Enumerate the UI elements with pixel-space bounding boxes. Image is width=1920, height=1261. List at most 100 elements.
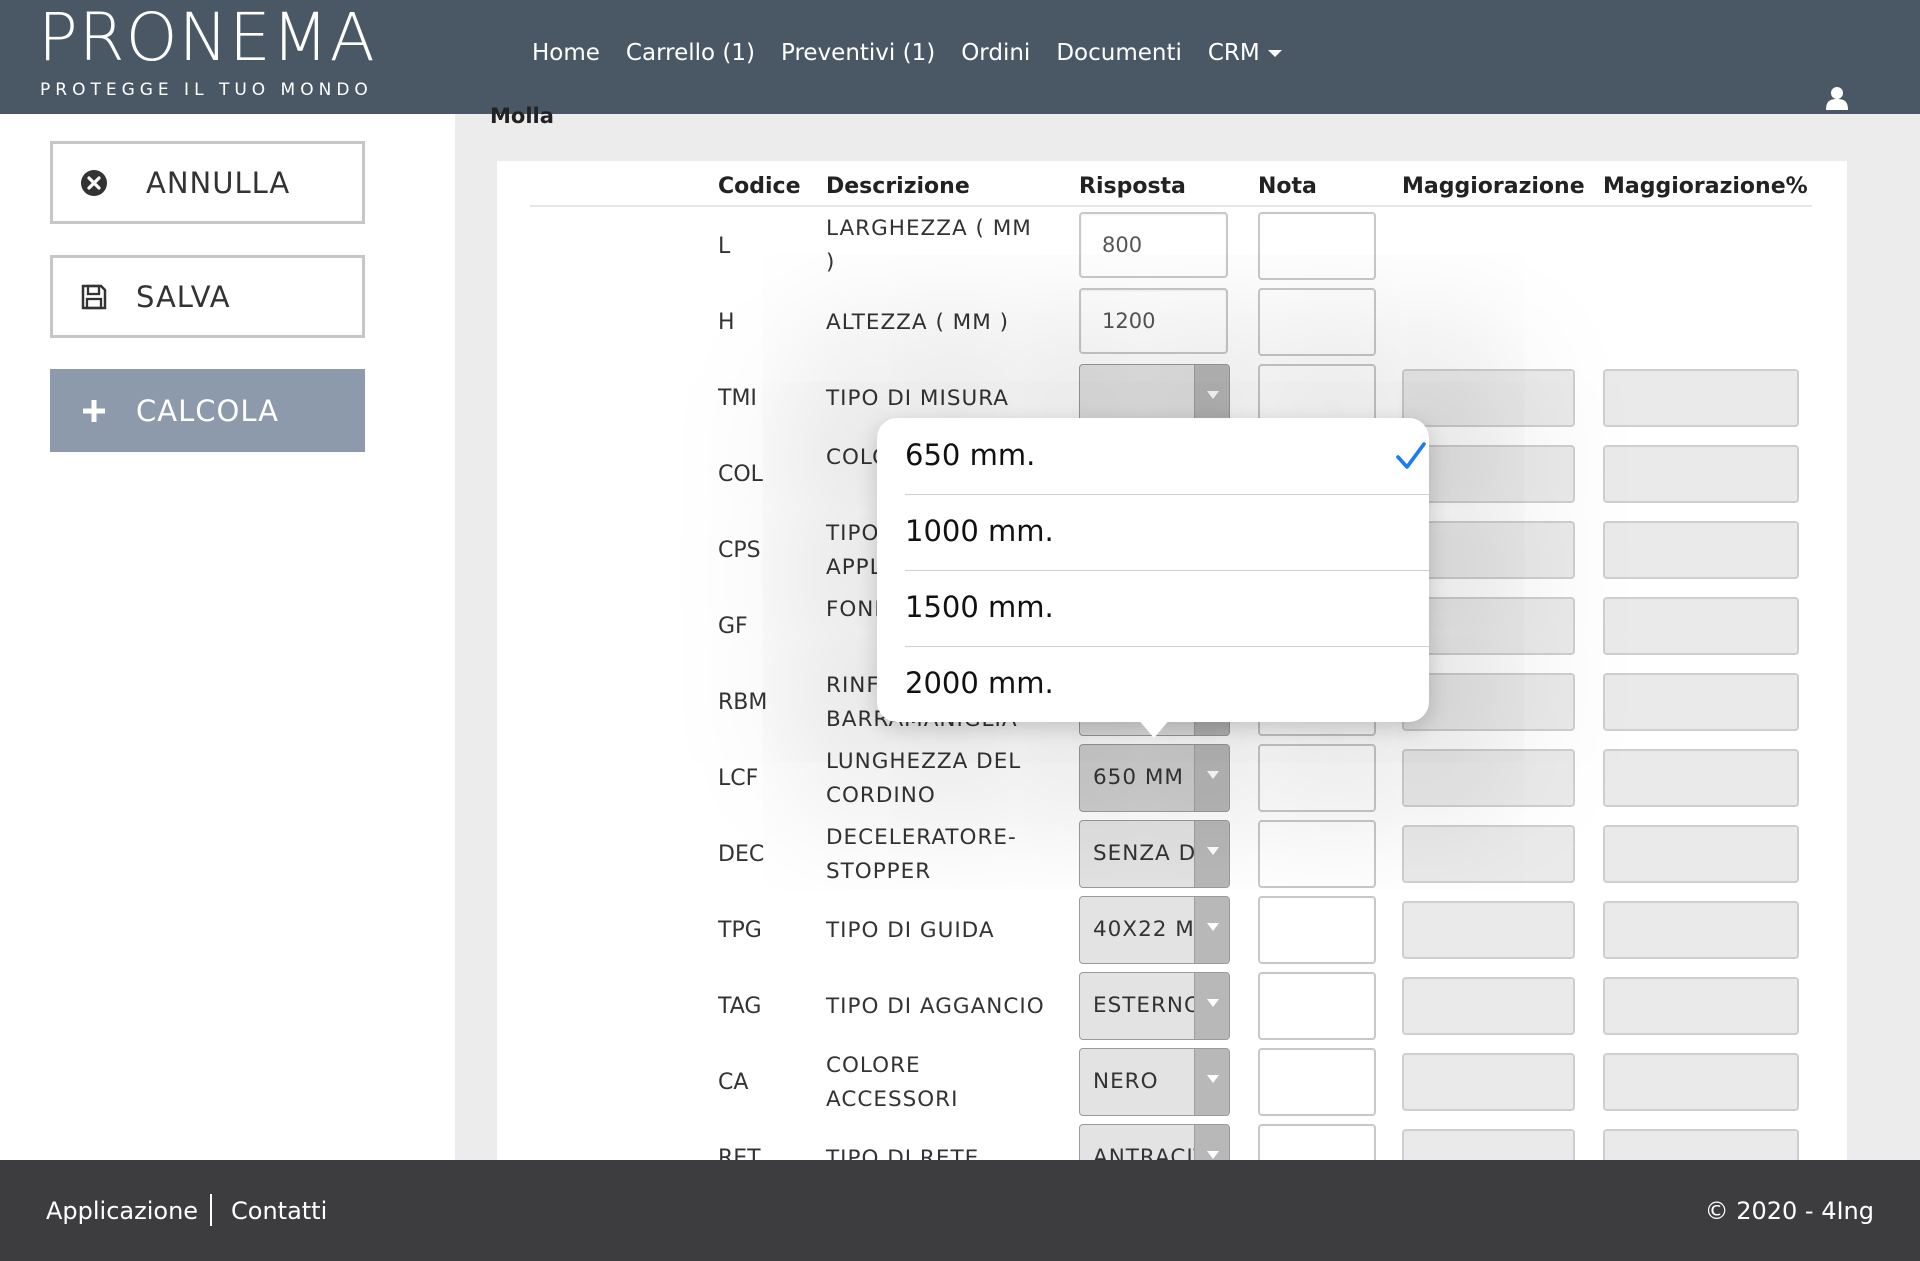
option-label: 1000 mm. <box>905 514 1054 548</box>
nav-preventivi[interactable]: Preventivi (1) <box>781 40 935 66</box>
maggiorazione-pct-field <box>1603 369 1799 427</box>
option-2000[interactable]: 2000 mm. <box>905 646 1429 721</box>
save-icon <box>80 283 108 311</box>
maggiorazione-pct-field <box>1603 597 1799 655</box>
maggiorazione-pct-field <box>1603 749 1799 807</box>
footer-link-contatti[interactable]: Contatti <box>231 1197 327 1225</box>
close-circle-icon <box>80 169 108 197</box>
main-nav: Home Carrello (1) Preventivi (1) Ordini … <box>532 40 1282 66</box>
option-label: 1500 mm. <box>905 590 1054 624</box>
nota-input[interactable] <box>1258 288 1376 356</box>
header-descrizione: Descrizione <box>826 174 970 199</box>
nav-crm[interactable]: CRM <box>1208 40 1282 66</box>
chevron-down-icon <box>1194 973 1229 1039</box>
tipo-aggancio-select[interactable]: ESTERNO <box>1079 972 1230 1040</box>
nav-documenti[interactable]: Documenti <box>1056 40 1182 66</box>
nota-input[interactable] <box>1258 212 1376 280</box>
row-code: COL <box>718 462 763 487</box>
brand-tagline: PROTEGGE IL TUO MONDO <box>40 80 373 100</box>
maggiorazione-pct-field <box>1603 901 1799 959</box>
nota-input[interactable] <box>1258 820 1376 888</box>
top-navbar: PRONEMA PROTEGGE IL TUO MONDO Home Carre… <box>0 0 1920 114</box>
row-code: TMI <box>718 386 757 411</box>
nota-input[interactable] <box>1258 896 1376 964</box>
header-maggiorazione: Maggiorazione <box>1402 174 1585 199</box>
altezza-input[interactable]: 1200 <box>1079 288 1228 354</box>
user-icon[interactable] <box>1826 86 1848 110</box>
row-code: CA <box>718 1070 749 1095</box>
row-code: RBM <box>718 690 768 715</box>
nota-input[interactable] <box>1258 972 1376 1040</box>
sidebar: ANNULLA SALVA CALCOLA <box>0 114 455 1160</box>
select-value: NERO <box>1093 1069 1159 1094</box>
maggiorazione-field <box>1402 1053 1575 1111</box>
row-code: TAG <box>718 994 762 1019</box>
option-650[interactable]: 650 mm. <box>905 418 1429 493</box>
tipo-guida-select[interactable]: 40X22 MM <box>1079 896 1230 964</box>
annulla-label: ANNULLA <box>146 165 291 200</box>
colore-accessori-select[interactable]: NERO <box>1079 1048 1230 1116</box>
maggiorazione-pct-field <box>1603 673 1799 731</box>
maggiorazione-field <box>1402 749 1575 807</box>
row-desc: LUNGHEZZA DEL CORDINO <box>826 749 1022 808</box>
annulla-button[interactable]: ANNULLA <box>50 141 365 224</box>
row-desc: TIPO DI AGGANCIO <box>826 994 1045 1019</box>
row-code: CPS <box>718 538 761 563</box>
nav-home[interactable]: Home <box>532 40 600 66</box>
select-value: 40X22 MM <box>1093 917 1197 942</box>
row-code: LCF <box>718 766 759 791</box>
option-1000[interactable]: 1000 mm. <box>905 494 1429 569</box>
row-desc: DECELERATORE-STOPPER <box>826 825 1017 884</box>
header-maggiorazione-pct: Maggiorazione% <box>1603 174 1808 199</box>
chevron-down-icon <box>1194 745 1229 811</box>
row-desc: TIPO DI GUIDA <box>826 918 995 943</box>
decelleratore-select[interactable]: SENZA DEC <box>1079 820 1230 888</box>
nota-input[interactable] <box>1258 1048 1376 1116</box>
row-desc: COLORE ACCESSORI <box>826 1053 959 1112</box>
chevron-down-icon <box>1194 1049 1229 1115</box>
maggiorazione-pct-field <box>1603 521 1799 579</box>
chevron-down-icon <box>1194 897 1229 963</box>
maggiorazione-pct-field <box>1603 825 1799 883</box>
select-value: SENZA DEC <box>1093 841 1197 866</box>
lunghezza-cordino-select[interactable]: 650 MM <box>1079 744 1230 812</box>
header-divider <box>530 205 1812 207</box>
row-desc: TIPO DI MISURA <box>826 386 1009 411</box>
row-code: TPG <box>718 918 762 943</box>
select-value: ESTERNO <box>1093 993 1197 1018</box>
chevron-down-icon <box>1267 50 1282 57</box>
nota-input[interactable] <box>1258 744 1376 812</box>
option-label: 2000 mm. <box>905 666 1054 700</box>
options-popover: 650 mm. 1000 mm. 1500 mm. 2000 mm. <box>877 418 1429 722</box>
plus-icon <box>80 397 108 425</box>
maggiorazione-pct-field <box>1603 977 1799 1035</box>
footer-link-applicazione[interactable]: Applicazione <box>46 1197 198 1225</box>
row-desc: LARGHEZZA ( MM ) <box>826 216 1032 275</box>
salva-button[interactable]: SALVA <box>50 255 365 338</box>
section-title: Molla <box>490 104 554 128</box>
copyright: © 2020 - 4Ing <box>1704 1197 1874 1225</box>
row-code: L <box>718 234 731 259</box>
header-codice: Codice <box>718 174 801 199</box>
header-risposta: Risposta <box>1079 174 1186 199</box>
calcola-label: CALCOLA <box>136 393 279 428</box>
nav-carrello[interactable]: Carrello (1) <box>626 40 755 66</box>
chevron-down-icon <box>1194 821 1229 887</box>
row-code: H <box>718 310 735 335</box>
brand-logo[interactable]: PRONEMA <box>38 1 376 75</box>
maggiorazione-field <box>1402 825 1575 883</box>
row-code: GF <box>718 614 748 639</box>
maggiorazione-field <box>1402 977 1575 1035</box>
nav-ordini[interactable]: Ordini <box>961 40 1030 66</box>
maggiorazione-field <box>1402 901 1575 959</box>
checkmark-icon <box>1396 442 1426 469</box>
header-nota: Nota <box>1258 174 1317 199</box>
popover-arrow <box>1137 718 1171 738</box>
larghezza-input[interactable]: 800 <box>1079 212 1228 278</box>
option-label: 650 mm. <box>905 438 1036 472</box>
footer-divider <box>210 1194 212 1226</box>
option-1500[interactable]: 1500 mm. <box>905 570 1429 645</box>
calcola-button[interactable]: CALCOLA <box>50 369 365 452</box>
row-desc: ALTEZZA ( MM ) <box>826 310 1009 335</box>
salva-label: SALVA <box>136 279 231 314</box>
